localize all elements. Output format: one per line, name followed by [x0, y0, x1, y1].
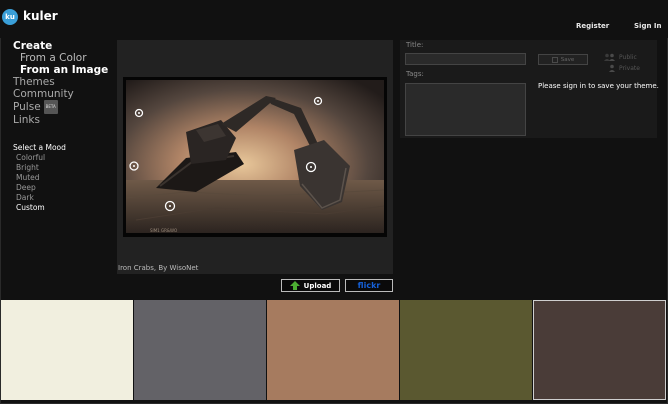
tags-label: Tags:	[406, 70, 424, 78]
nav-from-color[interactable]: From a Color	[13, 52, 113, 64]
mood-list: Colorful Bright Muted Deep Dark Custom	[16, 153, 45, 213]
mood-dark[interactable]: Dark	[16, 193, 45, 203]
logo-badge-text: ku	[5, 13, 15, 21]
private-label: Private	[619, 64, 640, 72]
swatch-5[interactable]	[533, 300, 666, 400]
top-bar	[0, 0, 668, 38]
left-nav: Create From a Color From an Image Themes…	[13, 40, 113, 126]
tags-input[interactable]	[405, 83, 526, 136]
nav-pulse[interactable]: Pulse BETA	[13, 100, 113, 114]
image-caption: Iron Crabs, By WisoNet	[118, 264, 199, 272]
public-label: Public	[619, 53, 637, 61]
flickr-label: flickr	[357, 281, 381, 290]
nav-create[interactable]: Create	[13, 40, 113, 52]
mood-deep[interactable]: Deep	[16, 183, 45, 193]
mood-muted[interactable]: Muted	[16, 173, 45, 183]
beta-badge: BETA	[43, 100, 58, 114]
title-label: Title:	[406, 41, 424, 49]
save-label: Save	[560, 56, 575, 63]
upload-arrow-icon	[289, 281, 300, 290]
register-link[interactable]: Register	[576, 22, 609, 30]
signin-message: Please sign in to save your theme.	[538, 82, 659, 90]
nav-from-image[interactable]: From an Image	[13, 64, 113, 76]
kuler-logo-icon[interactable]: ku	[2, 9, 18, 25]
private-option[interactable]: Private	[604, 64, 640, 72]
private-person-icon	[609, 64, 615, 72]
palette-swatches	[0, 300, 668, 404]
mood-title: Select a Mood	[13, 143, 66, 152]
swatch-4[interactable]	[400, 300, 532, 400]
save-icon	[551, 56, 558, 63]
swatch-3[interactable]	[267, 300, 399, 400]
nav-links[interactable]: Links	[13, 114, 113, 126]
photo-watermark: SIM1 GR&WO	[150, 228, 178, 233]
title-input[interactable]	[405, 53, 526, 65]
save-button[interactable]: Save	[538, 54, 588, 65]
nav-community[interactable]: Community	[13, 88, 113, 100]
swatch-1[interactable]	[1, 300, 133, 400]
nav-themes[interactable]: Themes	[13, 76, 113, 88]
nav-pulse-label: Pulse	[13, 101, 41, 113]
mood-bright[interactable]: Bright	[16, 163, 45, 173]
upload-label: Upload	[303, 281, 332, 290]
app-name[interactable]: kuler	[23, 9, 58, 23]
source-photo	[126, 80, 384, 233]
mood-custom[interactable]: Custom	[16, 203, 45, 213]
swatch-2[interactable]	[134, 300, 266, 400]
public-option[interactable]: Public	[604, 53, 637, 61]
signin-link[interactable]: Sign In	[634, 22, 661, 30]
mood-colorful[interactable]: Colorful	[16, 153, 45, 163]
upload-button[interactable]: Upload	[281, 279, 340, 292]
flickr-button[interactable]: flickr	[345, 279, 393, 292]
public-people-icon	[604, 53, 615, 61]
excavator-photo-image	[126, 80, 384, 233]
